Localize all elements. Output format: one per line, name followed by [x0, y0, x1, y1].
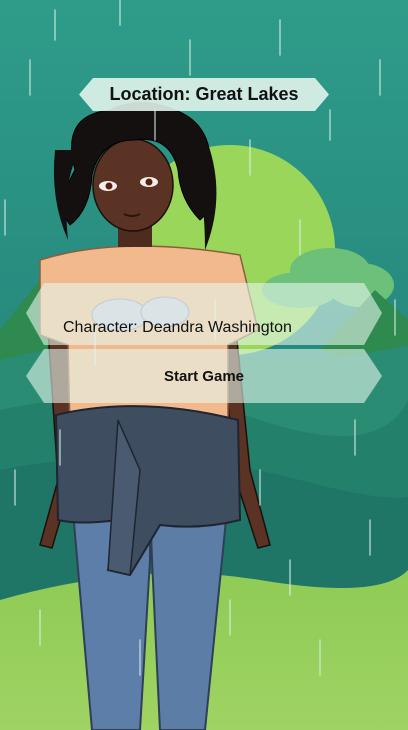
character-name-label: Character: Deandra Washington [63, 319, 292, 336]
game-scene: Location: Great Lakes Character: Deandra… [0, 0, 408, 730]
location-label: Location: Great Lakes [109, 84, 299, 104]
start-game-label: Start Game [163, 367, 245, 385]
character-select-panel: Character: Deandra Washington Start Game [26, 283, 382, 403]
start-game-button[interactable]: Start Game [26, 349, 382, 403]
location-banner: Location: Great Lakes [79, 78, 329, 111]
